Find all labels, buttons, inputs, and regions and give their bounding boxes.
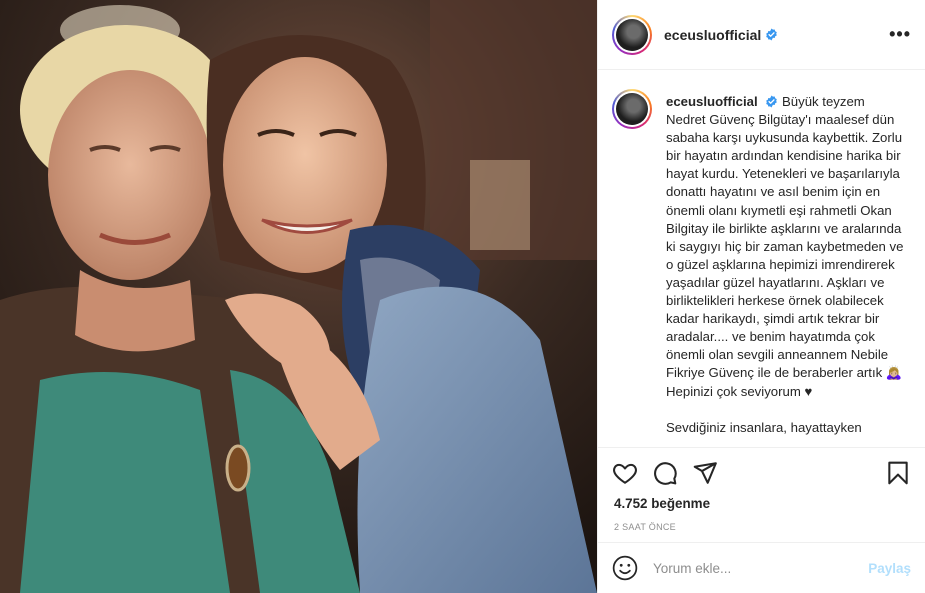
caption-avatar[interactable] xyxy=(612,89,652,129)
caption: eceusluofficial Büyük teyzem Nedret Güve… xyxy=(612,89,911,437)
comment-icon[interactable] xyxy=(652,460,678,486)
comment-input[interactable]: Yorum ekle... xyxy=(653,561,868,576)
heart-icon[interactable] xyxy=(612,460,638,486)
share-icon[interactable] xyxy=(692,460,718,486)
caption-overflow: Sevdiğiniz insanlara, hayattayken xyxy=(666,419,862,435)
post-photo-image xyxy=(0,0,597,593)
post-photo[interactable] xyxy=(0,0,597,593)
like-count[interactable]: 4.752 beğenme xyxy=(598,496,925,511)
comment-bar: Yorum ekle... Paylaş xyxy=(598,542,925,593)
post-timestamp[interactable]: 2 SAAT ÖNCE xyxy=(598,522,925,532)
post-side-panel: eceusluofficial ••• eceusluofficial Büyü… xyxy=(597,0,925,593)
avatar[interactable] xyxy=(612,14,652,55)
emoji-icon[interactable] xyxy=(612,555,638,581)
action-bar xyxy=(598,448,925,498)
caption-text: eceusluofficial Büyük teyzem Nedret Güve… xyxy=(666,93,906,437)
bookmark-icon[interactable] xyxy=(885,460,911,486)
caption-body: Büyük teyzem Nedret Güvenç Bilgütay'ı ma… xyxy=(666,94,904,399)
verified-badge-icon xyxy=(766,95,778,108)
caption-username[interactable]: eceusluofficial xyxy=(666,94,758,109)
caption-area: eceusluofficial Büyük teyzem Nedret Güve… xyxy=(598,71,925,447)
verified-badge-icon xyxy=(766,28,778,41)
more-options-icon[interactable]: ••• xyxy=(889,24,911,45)
actions-area: 4.752 beğenme 2 SAAT ÖNCE xyxy=(598,447,925,532)
post-header: eceusluofficial ••• xyxy=(598,0,925,70)
username-link[interactable]: eceusluofficial xyxy=(664,27,761,43)
post-comment-button[interactable]: Paylaş xyxy=(868,561,911,576)
